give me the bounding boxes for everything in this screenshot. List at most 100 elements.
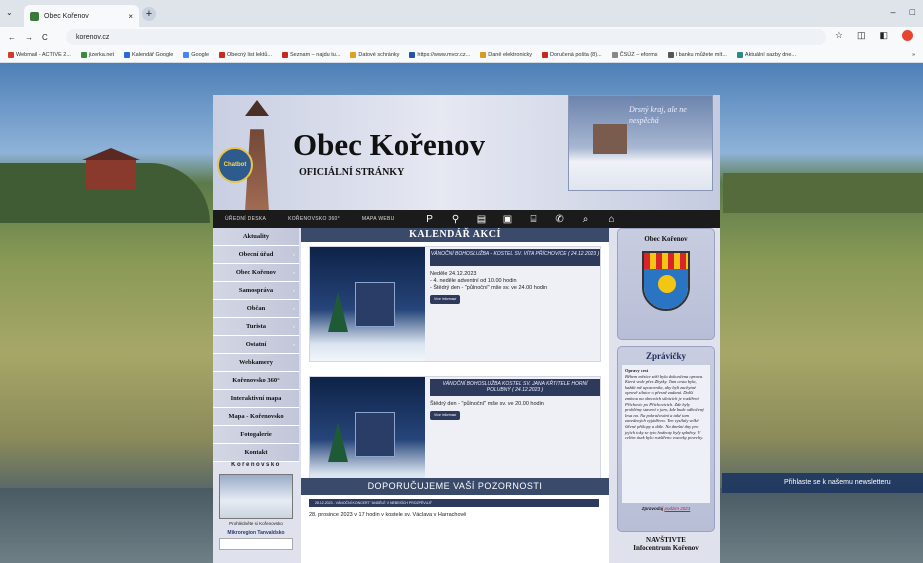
mikroregion-label[interactable]: Mikroregion Tanvaldsko bbox=[213, 530, 299, 536]
profile-avatar[interactable] bbox=[902, 30, 913, 41]
background-house bbox=[82, 148, 140, 190]
bookmark-item[interactable]: Datové schránky bbox=[350, 51, 399, 58]
left-menu-item[interactable]: Fotogalerie bbox=[213, 426, 299, 444]
tab-close-icon[interactable]: × bbox=[128, 12, 133, 21]
forward-icon[interactable]: → bbox=[25, 33, 33, 42]
left-menu-label: Turista bbox=[246, 323, 266, 330]
calendar-icon[interactable]: ▣ bbox=[495, 214, 521, 225]
event-heading[interactable]: VÁNOČNÍ BOHOSLUŽBA - KOSTEL SV. VÍTA PŘÍ… bbox=[430, 249, 600, 266]
parking-icon[interactable]: P bbox=[417, 214, 443, 225]
recommend-item[interactable]: 28.12.2023 - VÁNOČNÍ KONCERT "ANDĚLÉ V N… bbox=[309, 499, 599, 507]
more-info-button[interactable]: Více informací bbox=[430, 295, 461, 304]
left-menu-label: Interaktivní mapa bbox=[230, 395, 282, 402]
church-image bbox=[593, 124, 627, 154]
site-container: Chatbot Obec Kořenov OFICIÁLNÍ STRÁNKY D… bbox=[213, 95, 720, 563]
church-icon bbox=[355, 282, 395, 327]
header-photo: Drsný kraj, ale ne nespěchá bbox=[568, 95, 713, 191]
bookmark-icon bbox=[541, 51, 548, 58]
news-box: Zprávičky Opravy cest Během měsíce září … bbox=[617, 346, 715, 532]
chatbot-button[interactable]: Chatbot bbox=[217, 147, 253, 183]
bookmark-label: ČSÚZ – eforms bbox=[619, 51, 658, 58]
bookmark-label: Google bbox=[191, 51, 210, 58]
webcam-image[interactable] bbox=[219, 474, 293, 519]
site-title[interactable]: Obec Kořenov bbox=[293, 127, 485, 163]
tree-icon bbox=[328, 292, 348, 332]
bookmark-item[interactable]: Google bbox=[183, 51, 210, 58]
back-icon[interactable]: ← bbox=[8, 33, 16, 42]
bookmark-icon bbox=[219, 51, 226, 58]
nav-item[interactable]: MAPA WEBU bbox=[362, 216, 395, 222]
tab-search-icon[interactable]: ⌄ bbox=[6, 8, 13, 17]
phone-icon[interactable]: ✆ bbox=[547, 214, 573, 225]
background-right-hill bbox=[723, 173, 923, 213]
left-menu-item[interactable]: Mapa - Kořenovsko bbox=[213, 408, 299, 426]
bookmark-label: Webmail - ACTIVE 2... bbox=[16, 51, 71, 58]
event-heading[interactable]: VÁNOČNÍ BOHOSLUŽBA KOSTEL SV. JANA KŘTIT… bbox=[430, 379, 600, 396]
bookmark-item[interactable]: I banku můžete mít... bbox=[667, 51, 727, 58]
left-menu-item[interactable]: Webkamery bbox=[213, 354, 299, 372]
browser-tabstrip: ⌄ Obec Kořenov × + – □ bbox=[0, 0, 923, 27]
bookmark-item[interactable]: Kalendář Google bbox=[124, 51, 173, 58]
bookmark-icon bbox=[124, 51, 130, 58]
left-menu-item[interactable]: Turista › bbox=[213, 318, 299, 336]
bookmark-label: jizerka.net bbox=[88, 51, 114, 58]
left-menu-item[interactable]: Aktuality bbox=[213, 228, 299, 246]
extensions-icon[interactable]: ◫ bbox=[857, 30, 866, 41]
bookmark-item[interactable]: Seznam – najdu tu... bbox=[281, 51, 340, 58]
webcam-heading: Kořenovsko bbox=[231, 462, 281, 468]
left-menu-item[interactable]: Samospráva › bbox=[213, 282, 299, 300]
new-tab-button[interactable]: + bbox=[142, 7, 156, 21]
bus-icon[interactable]: ⌸ bbox=[521, 214, 547, 225]
search-icon[interactable]: ⌕ bbox=[573, 214, 599, 225]
newsletter-button[interactable]: Přihlaste se k našemu newsletteru bbox=[722, 473, 923, 493]
news-footer-link[interactable]: podzim 2023 bbox=[665, 506, 691, 511]
event-image[interactable] bbox=[310, 377, 425, 491]
left-menu-item[interactable]: Obec Kořenov › bbox=[213, 264, 299, 282]
bookmark-item[interactable]: Daně elektronicky bbox=[480, 51, 532, 58]
bookmark-item[interactable]: Aktuální sazby dne... bbox=[736, 51, 796, 58]
left-menu-item[interactable]: Interaktivní mapa bbox=[213, 390, 299, 408]
bookmark-label: Daně elektronicky bbox=[488, 51, 532, 58]
webcam-caption[interactable]: Prohlédněte si Kořenovsko bbox=[213, 521, 299, 526]
nav-item[interactable]: KOŘENOVSKO 360° bbox=[288, 216, 340, 222]
document-icon[interactable]: ▤ bbox=[469, 214, 495, 225]
browser-tab[interactable]: Obec Kořenov × bbox=[24, 5, 139, 27]
bookmark-icon bbox=[667, 51, 674, 58]
visit-box[interactable]: NAVŠTIVTE Infocentrum Kořenov bbox=[617, 536, 715, 552]
coat-of-arms-box: Obec Kořenov bbox=[617, 228, 715, 340]
bookmark-item[interactable]: https://www.mvcr.cz... bbox=[409, 51, 470, 58]
coat-of-arms-icon bbox=[642, 251, 690, 311]
left-menu-item[interactable]: Obecní úřad › bbox=[213, 246, 299, 264]
maximize-button[interactable]: □ bbox=[910, 7, 915, 17]
more-info-button[interactable]: Více informací bbox=[430, 411, 461, 420]
bookmark-item[interactable]: ČSÚZ – eforms bbox=[611, 51, 658, 58]
url-input[interactable]: korenov.cz bbox=[66, 29, 826, 45]
left-menu-item[interactable]: Občan › bbox=[213, 300, 299, 318]
bookmark-item[interactable]: Webmail - ACTIVE 2... bbox=[8, 51, 71, 58]
nav-item[interactable]: ÚŘEDNÍ DESKA bbox=[225, 216, 266, 222]
bookmark-icon bbox=[736, 51, 743, 58]
bookmark-item[interactable]: Obecný list lektů... bbox=[219, 51, 272, 58]
bookmarks-more-icon[interactable]: » bbox=[912, 52, 923, 58]
event-text: Štědrý den - "půlnoční" mše sv. ve 20.00… bbox=[430, 401, 598, 420]
reload-icon[interactable]: C bbox=[42, 33, 48, 42]
event-image[interactable] bbox=[310, 247, 425, 361]
main-nav: ÚŘEDNÍ DESKA KOŘENOVSKO 360° MAPA WEBU P ⚲ ▤ ▣… bbox=[213, 210, 720, 228]
bookmark-item[interactable]: Doručená pošta (8)... bbox=[541, 51, 602, 58]
page-viewport: Chatbot Obec Kořenov OFICIÁLNÍ STRÁNKY D… bbox=[0, 63, 923, 563]
star-icon[interactable]: ☆ bbox=[835, 30, 843, 41]
left-menu-item[interactable]: Kontakt bbox=[213, 444, 299, 462]
sidepanel-icon[interactable]: ◧ bbox=[879, 30, 888, 41]
chevron-right-icon: › bbox=[293, 341, 295, 348]
cycling-icon[interactable]: ⚲ bbox=[443, 214, 469, 225]
minimize-button[interactable]: – bbox=[891, 7, 896, 17]
toolbar-right: ☆ ◫ ◧ bbox=[835, 30, 913, 41]
left-menu-label: Samospráva bbox=[238, 287, 274, 294]
left-menu-item[interactable]: Kořenovsko 360° bbox=[213, 372, 299, 390]
recommend-text: 28. prosince 2023 v 17 hodin v kostele s… bbox=[309, 512, 467, 518]
home-icon[interactable]: ⌂ bbox=[599, 214, 625, 225]
bookmark-item[interactable]: jizerka.net bbox=[80, 51, 114, 58]
event-card: VÁNOČNÍ BOHOSLUŽBA KOSTEL SV. JANA KŘTIT… bbox=[309, 376, 601, 492]
bookmarks-bar: Webmail - ACTIVE 2... jizerka.net Kalendář… bbox=[0, 47, 923, 63]
left-menu-item[interactable]: Ostatní › bbox=[213, 336, 299, 354]
